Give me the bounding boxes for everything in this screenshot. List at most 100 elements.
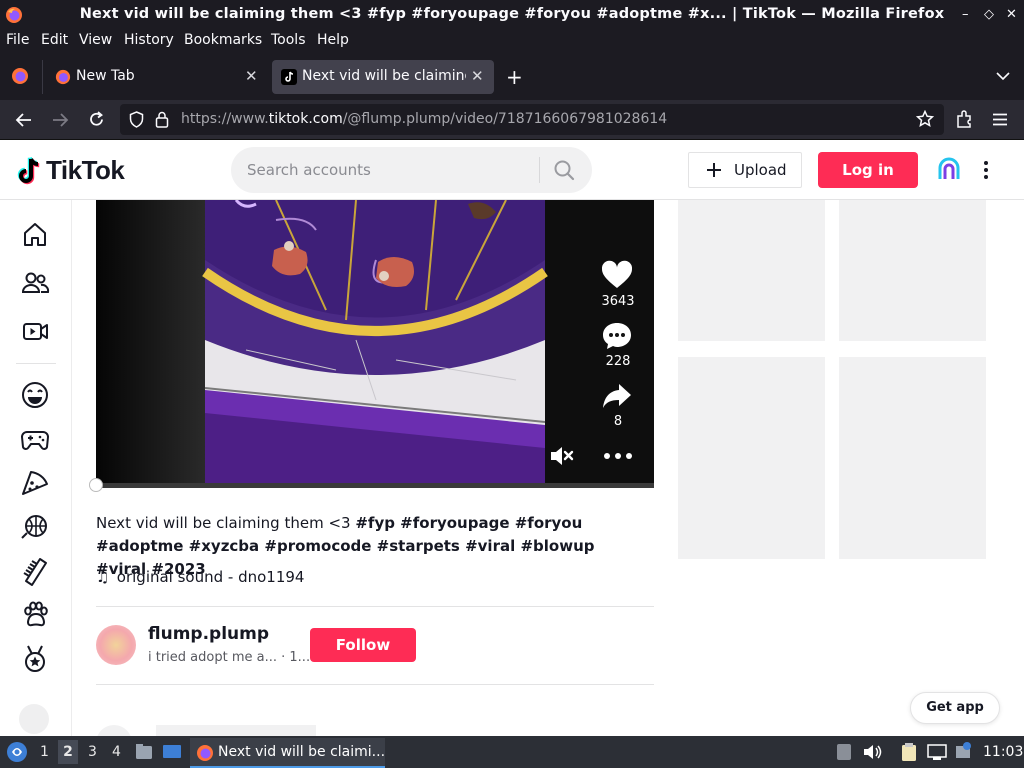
start-menu-icon[interactable] xyxy=(6,741,28,763)
show-desktop-icon[interactable] xyxy=(162,743,182,761)
new-tab-button[interactable]: + xyxy=(506,65,523,89)
search-divider xyxy=(539,157,540,183)
menu-view[interactable]: View xyxy=(79,32,112,48)
tab-tiktok-active[interactable]: Next vid will be claiming ✕ xyxy=(272,60,494,94)
sound-title: original sound - dno1194 xyxy=(116,568,305,586)
comment-count: 228 xyxy=(605,354,631,369)
close-tab-icon[interactable]: ✕ xyxy=(245,67,258,85)
maximize-button[interactable]: ◇ xyxy=(984,7,994,22)
close-window-button[interactable]: ✕ xyxy=(1006,7,1017,22)
minimize-button[interactable]: – xyxy=(962,7,969,22)
video-progress-bar[interactable] xyxy=(89,478,654,492)
back-arrow-icon[interactable] xyxy=(15,112,32,128)
battery-tray-icon[interactable] xyxy=(836,743,852,761)
beauty-comb-icon[interactable] xyxy=(18,554,52,588)
live-icon[interactable] xyxy=(18,314,52,348)
desktop-taskbar: 1 2 3 4 Next vid will be claimi... 11:03 xyxy=(0,736,1024,768)
forward-arrow-icon[interactable] xyxy=(52,112,69,128)
sound-link[interactable]: ♫ original sound - dno1194 xyxy=(96,568,304,586)
navigation-toolbar: https://www.tiktok.com/@flump.plump/vide… xyxy=(0,100,1024,140)
extensions-icon[interactable] xyxy=(955,110,973,129)
url-bar[interactable]: https://www.tiktok.com/@flump.plump/vide… xyxy=(120,104,944,135)
animals-paw-icon[interactable] xyxy=(18,598,52,632)
share-arrow-icon[interactable] xyxy=(602,382,632,410)
close-tab-icon[interactable]: ✕ xyxy=(471,67,484,85)
workspace-2-active[interactable]: 2 xyxy=(58,740,78,764)
related-video-thumbnail[interactable] xyxy=(839,357,986,559)
divider xyxy=(96,684,654,685)
description-text: Next vid will be claiming them <3 xyxy=(96,514,356,532)
lock-icon[interactable] xyxy=(155,111,169,128)
menu-tools[interactable]: Tools xyxy=(271,32,306,48)
search-input[interactable] xyxy=(247,159,527,181)
clock: 11:03 xyxy=(983,744,1024,760)
window-titlebar: Next vid will be claiming them <3 #fyp #… xyxy=(0,0,1024,30)
task-label: Next vid will be claimi... xyxy=(218,744,386,760)
author-bio: i tried adopt me a... · 1... xyxy=(148,650,311,665)
more-options-icon[interactable] xyxy=(982,160,990,180)
author-username[interactable]: flump.plump xyxy=(148,624,269,644)
workspace-4[interactable]: 4 xyxy=(112,744,121,760)
url-text: https://www.tiktok.com/@flump.plump/vide… xyxy=(181,111,668,127)
menu-file[interactable]: File xyxy=(6,32,29,48)
firefox-view-icon[interactable] xyxy=(11,67,29,85)
login-button[interactable]: Log in xyxy=(818,152,918,188)
comment-bubble-icon[interactable] xyxy=(602,321,632,351)
video-player[interactable]: 3643 228 8 xyxy=(96,200,654,488)
volume-icon[interactable] xyxy=(863,743,883,761)
author-avatar[interactable] xyxy=(96,625,136,665)
tab-new-tab[interactable]: New Tab ✕ xyxy=(46,60,268,94)
window-title: Next vid will be claiming them <3 #fyp #… xyxy=(79,6,945,22)
menu-history[interactable]: History xyxy=(124,32,174,48)
progress-scrubber-handle[interactable] xyxy=(89,478,103,492)
list-all-tabs-icon[interactable] xyxy=(996,72,1010,81)
like-count: 3643 xyxy=(601,294,635,309)
file-manager-icon[interactable] xyxy=(135,743,153,761)
menu-bookmarks[interactable]: Bookmarks xyxy=(184,32,262,48)
music-note-icon: ♫ xyxy=(96,568,110,586)
comment-text-placeholder xyxy=(156,725,316,736)
achievement-medal-icon[interactable] xyxy=(18,642,52,676)
workspace-3[interactable]: 3 xyxy=(88,744,97,760)
hamburger-menu-icon[interactable] xyxy=(992,113,1008,126)
comment-avatar-placeholder xyxy=(96,725,132,736)
shield-icon[interactable] xyxy=(129,111,144,128)
related-video-thumbnail[interactable] xyxy=(678,200,825,341)
upload-button[interactable]: Upload xyxy=(688,152,802,188)
tiktok-header: TikTok Upload Log in xyxy=(0,140,1024,200)
home-icon[interactable] xyxy=(18,218,52,252)
workspace-1[interactable]: 1 xyxy=(40,744,49,760)
get-app-button[interactable]: Get app xyxy=(910,692,1000,724)
comedy-emoji-icon[interactable] xyxy=(18,378,52,412)
following-icon[interactable] xyxy=(18,266,52,300)
more-actions-icon[interactable] xyxy=(603,452,633,460)
food-pizza-icon[interactable] xyxy=(18,466,52,500)
firefox-tab-icon xyxy=(55,69,71,85)
sports-basketball-icon[interactable] xyxy=(18,510,52,544)
bookmark-star-icon[interactable] xyxy=(916,110,934,128)
tab-label: Next vid will be claiming xyxy=(302,68,466,84)
search-icon[interactable] xyxy=(553,159,575,181)
taskbar-firefox-window[interactable]: Next vid will be claimi... xyxy=(190,738,385,768)
like-heart-icon[interactable] xyxy=(601,260,633,290)
network-icon[interactable] xyxy=(927,743,947,761)
menu-edit[interactable]: Edit xyxy=(41,32,68,48)
menu-help[interactable]: Help xyxy=(317,32,349,48)
tab-bar: New Tab ✕ Next vid will be claiming ✕ + xyxy=(0,52,1024,100)
share-count: 8 xyxy=(613,414,623,429)
tiktok-favicon-icon xyxy=(281,69,297,85)
clipboard-icon[interactable] xyxy=(900,742,918,762)
divider xyxy=(96,606,654,607)
follow-button[interactable]: Follow xyxy=(310,628,416,662)
gaming-controller-icon[interactable] xyxy=(18,422,52,456)
reload-icon[interactable] xyxy=(88,111,105,128)
tiktok-effects-icon[interactable] xyxy=(936,157,962,183)
page-content: TikTok Upload Log in xyxy=(0,140,1024,736)
update-notification-icon[interactable] xyxy=(953,741,973,761)
muted-speaker-icon[interactable] xyxy=(550,445,574,467)
related-video-thumbnail[interactable] xyxy=(839,200,986,341)
sidebar-avatar-placeholder xyxy=(19,704,49,734)
tab-label: New Tab xyxy=(76,68,135,84)
related-video-thumbnail[interactable] xyxy=(678,357,825,559)
sidebar-divider xyxy=(16,363,56,364)
